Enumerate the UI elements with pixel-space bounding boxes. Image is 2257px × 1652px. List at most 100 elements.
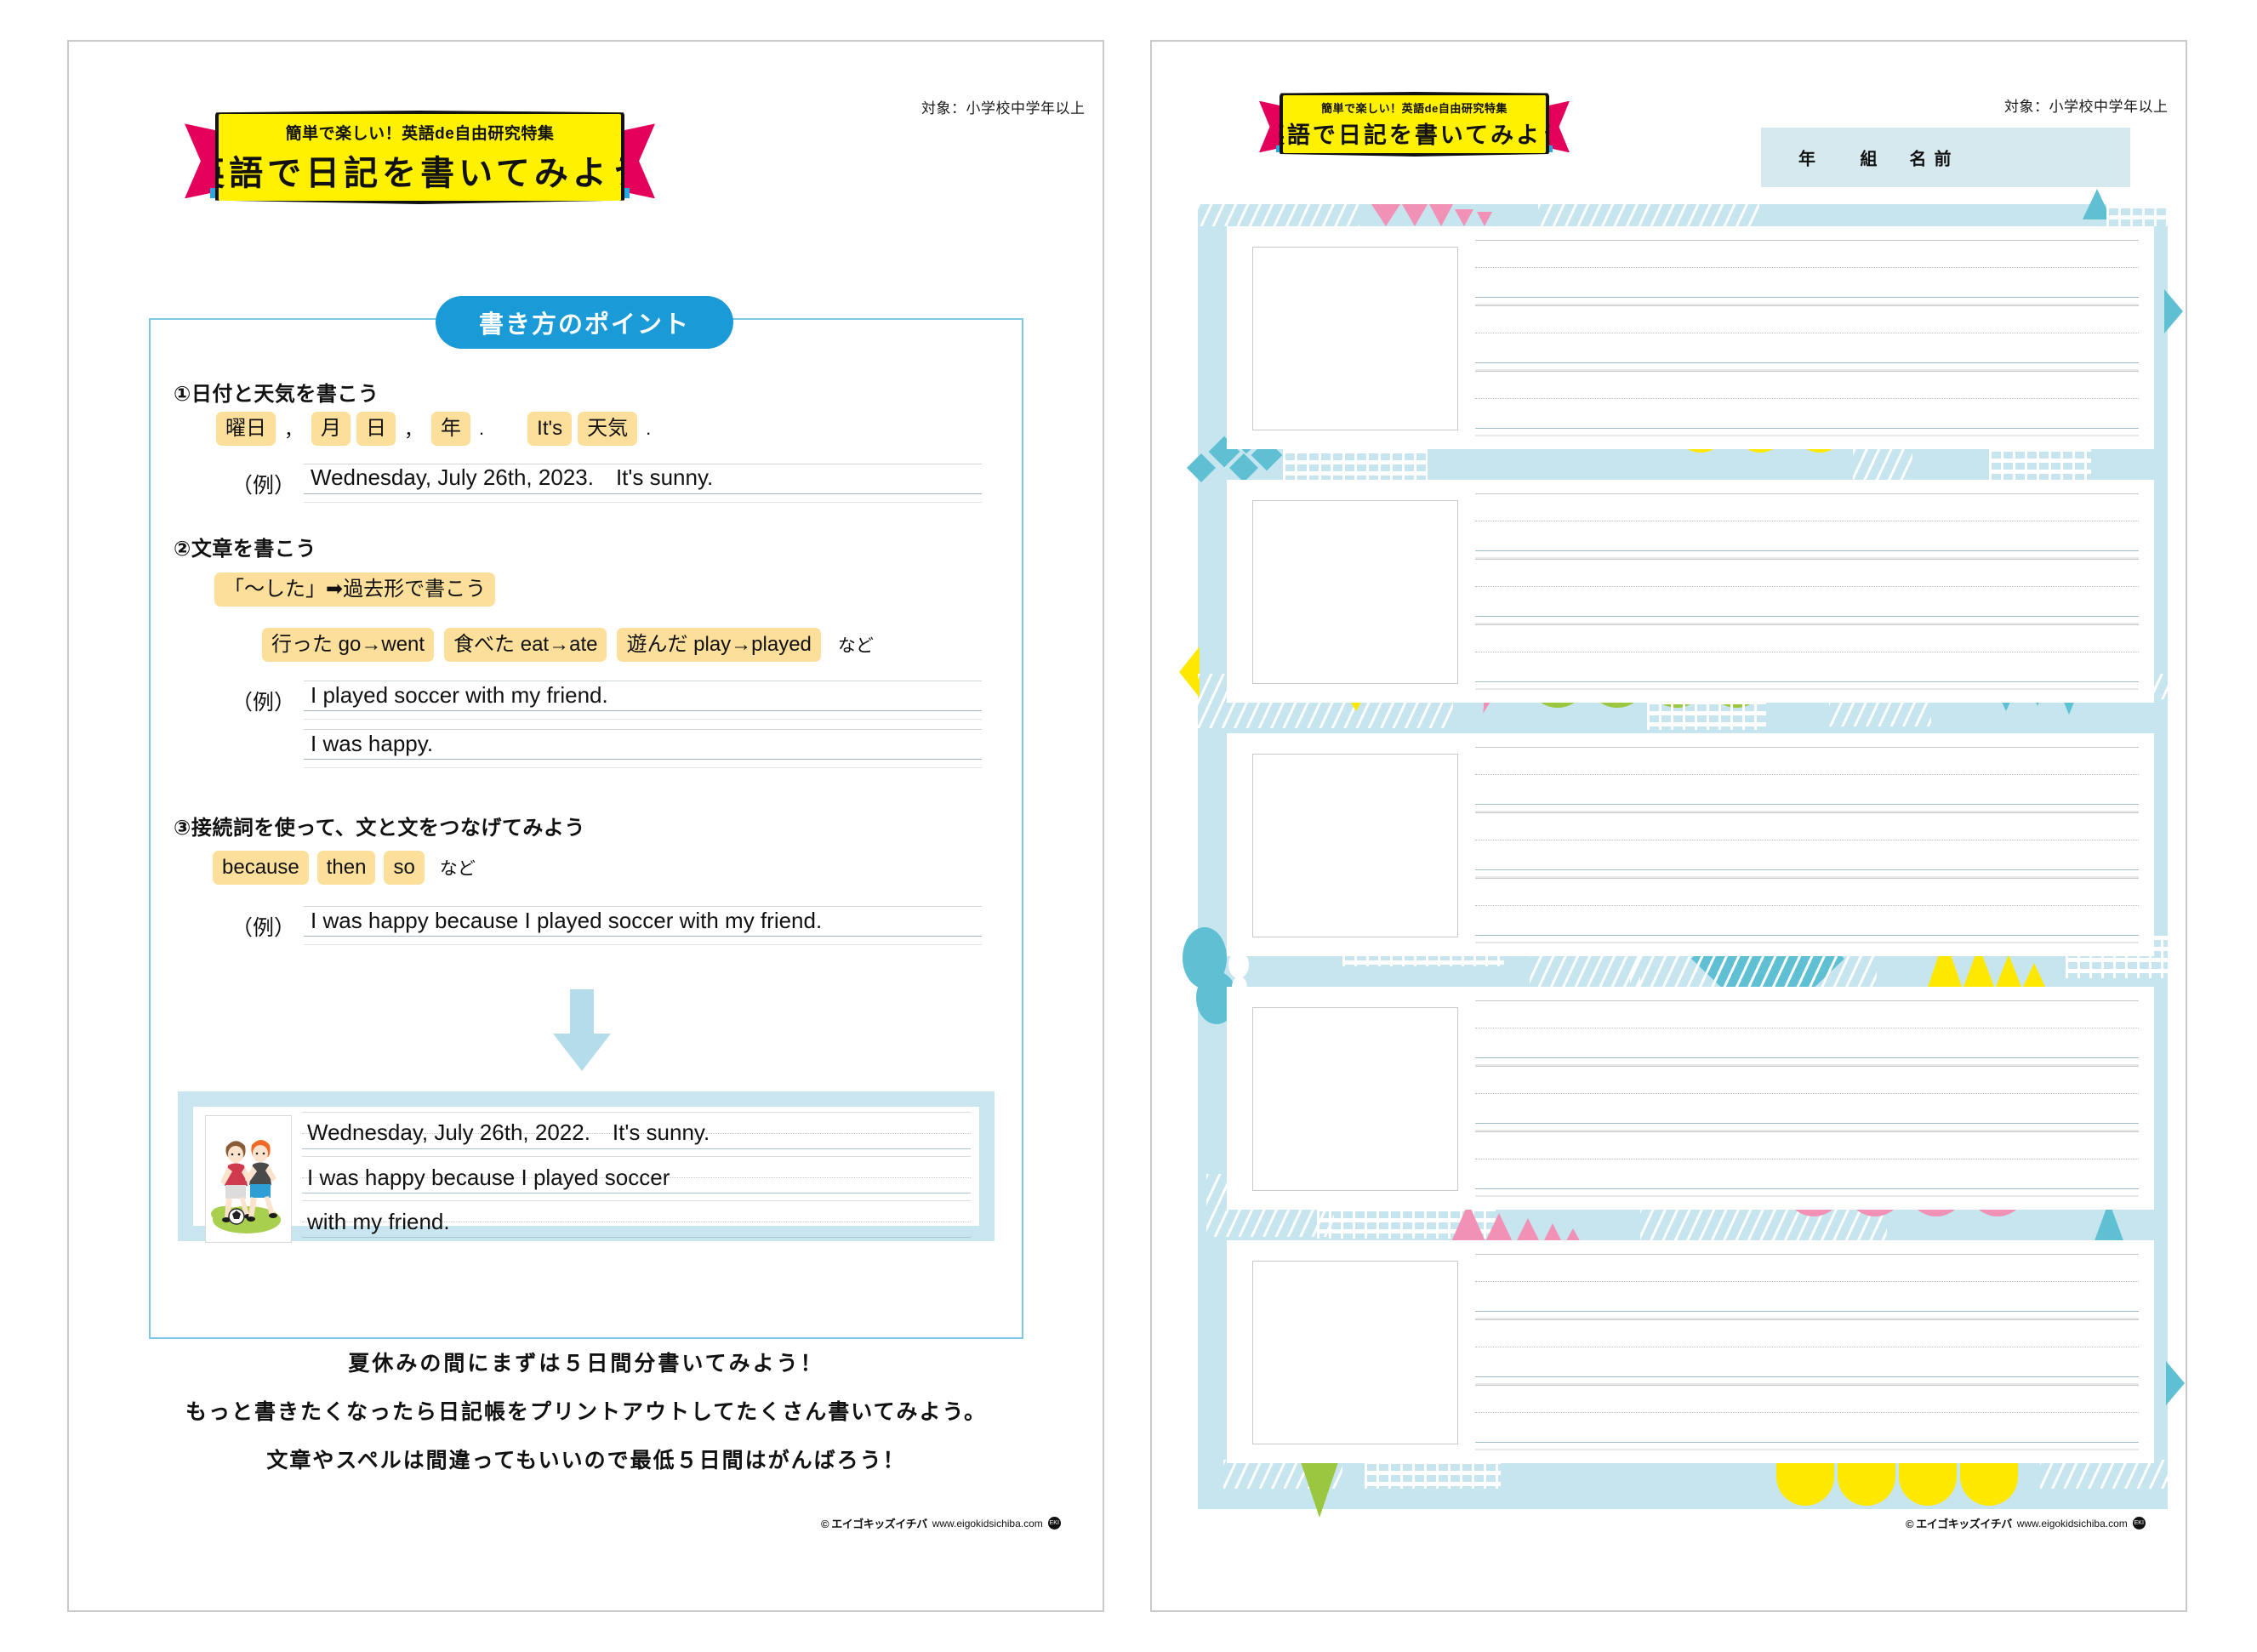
rule-top xyxy=(302,1156,971,1157)
rule-base xyxy=(304,710,983,711)
rule-top xyxy=(1475,878,2139,879)
ribbon-superline: 簡単で楽しい！英語de自由研究特集 xyxy=(285,124,555,143)
sample-diary-card: Wednesday, July 26th, 2022. It's sunny. … xyxy=(193,1107,979,1243)
chip-verb-eat: 食べた eat→ate xyxy=(444,628,607,663)
chip-weather: 天気 xyxy=(578,412,638,447)
section-2-example-text-1: I played soccer with my friend. xyxy=(311,682,608,708)
ribbon-title: 英語で日記を書いてみよう xyxy=(1261,122,1568,149)
diary-line-row[interactable] xyxy=(1475,878,2139,943)
deco-semicircle-yellow xyxy=(1776,1460,1834,1506)
deco-dots xyxy=(2106,204,2168,226)
section-2-example-label: （例） xyxy=(231,691,296,715)
chip-verb-play: 遊んだ play→played xyxy=(617,628,821,663)
diary-line-row[interactable] xyxy=(1475,747,2139,812)
diary-writing-lines[interactable] xyxy=(1475,1254,2139,1453)
sample-diary-text-2: I was happy because I played soccer xyxy=(307,1165,670,1190)
diary-drawing-box[interactable] xyxy=(1252,1007,1458,1191)
chip-its: It's xyxy=(527,412,573,447)
rule-base xyxy=(302,1237,971,1238)
deco-triangle-yellow xyxy=(1996,954,2021,987)
chip-comma-2: ， xyxy=(404,419,424,441)
rule-bottom xyxy=(1475,688,2139,690)
rule-base xyxy=(1475,1057,2139,1058)
diary-line-row[interactable] xyxy=(1475,1319,2139,1385)
writing-points-pill: 書き方のポイント xyxy=(436,296,733,349)
rule-bottom xyxy=(304,502,983,503)
deco-hatch xyxy=(1198,204,1359,226)
diary-line-row[interactable] xyxy=(1475,1254,2139,1319)
title-ribbon-left: 簡単で楽しい！英語de自由研究特集 英語で日記を書いてみよう xyxy=(185,111,655,204)
diary-entry-card[interactable] xyxy=(1227,226,2154,449)
diary-drawing-box[interactable] xyxy=(1252,500,1458,684)
deco-semicircle-yellow xyxy=(1899,1460,1957,1506)
deco-dots xyxy=(1989,447,2091,480)
deco-dots xyxy=(1365,1460,1501,1489)
deco-triangle-pink xyxy=(1429,204,1453,226)
rule-top xyxy=(1475,305,2139,306)
rule-base xyxy=(1475,935,2139,936)
diary-line-row[interactable] xyxy=(1475,371,2139,436)
section-1-example-label: （例） xyxy=(231,474,296,498)
section-3-nado: など xyxy=(439,859,476,880)
section-2-example-row-1: （例） I played soccer with my friend. xyxy=(231,681,983,720)
credit-mark-icon: EKI xyxy=(1047,1517,1061,1530)
chip-weekday: 曜日 xyxy=(216,412,276,447)
section-3-example-label: （例） xyxy=(231,916,296,940)
diary-entry-card[interactable] xyxy=(1227,480,2154,703)
name-field-box[interactable]: 年 組 名前 xyxy=(1761,128,2130,187)
deco-arrow-left-yellow xyxy=(1179,647,1200,698)
diary-line-row[interactable] xyxy=(1475,1066,2139,1131)
section-1-example-row: （例） Wednesday, July 26th, 2023. It's sun… xyxy=(231,464,983,503)
diary-drawing-box[interactable] xyxy=(1252,247,1458,430)
rule-base xyxy=(1475,804,2139,805)
diary-line-row[interactable] xyxy=(1475,305,2139,371)
sample-diary-lines: Wednesday, July 26th, 2022. It's sunny. … xyxy=(302,1112,971,1238)
diary-line-row[interactable] xyxy=(1475,559,2139,624)
sample-diary-text-1: Wednesday, July 26th, 2022. It's sunny. xyxy=(307,1119,710,1145)
section-2-nado: など xyxy=(837,636,874,657)
rule-base xyxy=(302,1148,971,1149)
diary-entry-card[interactable] xyxy=(1227,987,2154,1210)
rule-base xyxy=(1475,1123,2139,1124)
diary-writing-lines[interactable] xyxy=(1475,493,2139,692)
diary-writing-lines[interactable] xyxy=(1475,747,2139,946)
diary-line-row[interactable] xyxy=(1475,493,2139,559)
diary-line-row[interactable] xyxy=(1475,240,2139,305)
down-arrow-icon xyxy=(553,989,611,1071)
rule-base xyxy=(1475,1188,2139,1189)
ribbon-body: 簡単で楽しい！英語de自由研究特集 英語で日記を書いてみよう xyxy=(214,111,625,204)
deco-semicircle-yellow xyxy=(1960,1460,2018,1506)
rule-top xyxy=(1475,1319,2139,1320)
chip-day: 日 xyxy=(356,412,396,447)
section-1-example-line: Wednesday, July 26th, 2023. It's sunny. xyxy=(304,464,983,503)
rule-base xyxy=(1475,297,2139,298)
chip-conj-then: then xyxy=(316,851,376,886)
rule-mid xyxy=(1475,774,2139,776)
section-2-rule-chip-row: 「～した」➡過去形で書こう xyxy=(214,573,496,607)
diary-entry-card[interactable] xyxy=(1227,1240,2154,1463)
rule-top xyxy=(1475,1000,2139,1001)
section-2-example-text-2: I was happy. xyxy=(311,731,434,756)
section-3-conj-chip-row: because then so など xyxy=(213,851,476,886)
diary-line-row[interactable] xyxy=(1475,812,2139,878)
diary-writing-lines[interactable] xyxy=(1475,1000,2139,1199)
credit-right: © エイゴキッズイチバ www.eigokidsichiba.com EKI xyxy=(1906,1515,2146,1531)
rule-bottom xyxy=(1475,435,2139,436)
deco-triangle-pink xyxy=(1477,212,1492,226)
rule-mid xyxy=(1475,586,2139,588)
ribbon-superline: 簡単で楽しい！英語de自由研究特集 xyxy=(1321,101,1508,115)
rule-bottom xyxy=(304,719,983,720)
diary-line-row[interactable] xyxy=(1475,1131,2139,1197)
diary-writing-lines[interactable] xyxy=(1475,240,2139,439)
diary-line-row[interactable] xyxy=(1475,1000,2139,1066)
section-3-example-row: （例） I was happy because I played soccer … xyxy=(231,906,983,945)
rule-top xyxy=(1475,1385,2139,1386)
diary-entry-card[interactable] xyxy=(1227,733,2154,956)
rule-base xyxy=(1475,1442,2139,1443)
diary-line-row[interactable] xyxy=(1475,624,2139,690)
sample-diary-illustration xyxy=(205,1115,292,1243)
section-1-heading: ①日付と天気を書こう xyxy=(174,383,379,406)
diary-drawing-box[interactable] xyxy=(1252,1261,1458,1444)
diary-line-row[interactable] xyxy=(1475,1385,2139,1450)
diary-drawing-box[interactable] xyxy=(1252,754,1458,937)
